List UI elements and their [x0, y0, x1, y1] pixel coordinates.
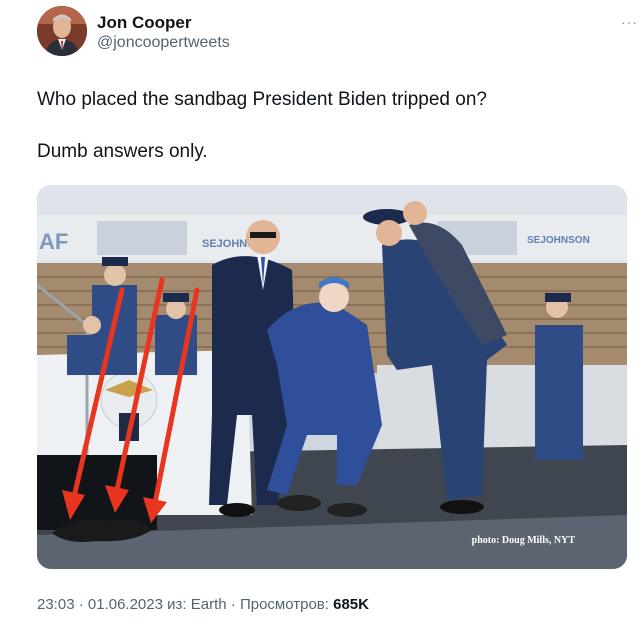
- author-name[interactable]: Jon Cooper: [97, 13, 191, 33]
- avatar[interactable]: [37, 6, 87, 56]
- views-label: Просмотров:: [239, 596, 329, 613]
- more-options-icon[interactable]: ···: [621, 14, 638, 30]
- banner-text-1: AF: [39, 229, 68, 254]
- views-count[interactable]: 685K: [333, 596, 369, 613]
- tweet-time[interactable]: 23:03: [37, 596, 75, 613]
- banner-text-3: SEJOHNSON: [527, 235, 590, 246]
- author-handle[interactable]: @joncoopertweets: [97, 34, 230, 52]
- tweet-meta: 23:03 · 01.06.2023 из: Earth · Просмотро…: [37, 596, 369, 613]
- source-prefix: из:: [167, 596, 187, 613]
- tweet-line-2: Dumb answers only.: [37, 141, 208, 162]
- tweet-source: Earth: [190, 596, 227, 613]
- tweet-text: Who placed the sandbag President Biden t…: [37, 87, 607, 191]
- tweet-date[interactable]: 01.06.2023: [88, 596, 163, 613]
- photo-credit: photo: Doug Mills, NYT: [471, 535, 575, 546]
- tweet-header: Jon Cooper @joncoopertweets ···: [37, 6, 637, 60]
- tweet-line-1: Who placed the sandbag President Biden t…: [37, 89, 487, 110]
- tweet-photo[interactable]: AF SEJOHNSON SEJOHNSON photo: Doug Mills…: [37, 185, 627, 569]
- photo-illustration: AF SEJOHNSON SEJOHNSON: [37, 185, 627, 569]
